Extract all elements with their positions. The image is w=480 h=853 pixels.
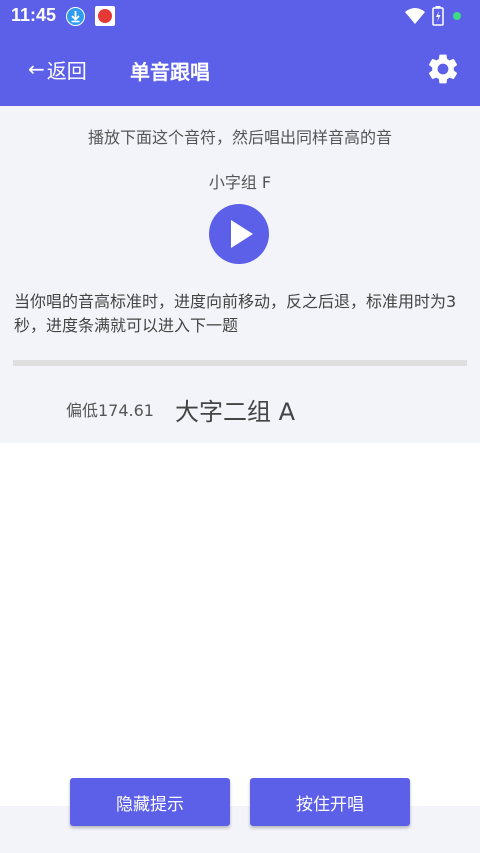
- download-icon: [66, 7, 85, 26]
- gear-icon[interactable]: [425, 51, 461, 87]
- status-bar: 11:45: [0, 0, 480, 32]
- app-notification-icon: [95, 6, 115, 26]
- sung-note-label: 大字二组 A: [175, 398, 296, 426]
- battery-icon: [432, 6, 444, 30]
- hold-to-sing-button[interactable]: 按住开唱: [250, 778, 410, 826]
- back-arrow-icon: ←: [28, 57, 45, 81]
- practice-panel: 播放下面这个音符，然后唱出同样音高的音 小字组 F 当你唱的音高标准时，进度向前…: [0, 106, 480, 443]
- target-note-label: 小字组 F: [208, 173, 272, 192]
- description-text: 当你唱的音高标准时，进度向前移动，反之后退，标准用时为3秒，进度条满就可以进入下…: [14, 292, 457, 335]
- hide-hint-button[interactable]: 隐藏提示: [70, 778, 230, 826]
- wifi-icon: [404, 7, 426, 29]
- pitch-offset-label: 偏低174.61: [66, 401, 154, 420]
- back-button[interactable]: ← 返回: [28, 54, 87, 84]
- status-time: 11:45: [11, 5, 57, 25]
- play-button[interactable]: [209, 204, 269, 264]
- app-bar: ← 返回 单音跟唱: [0, 32, 480, 106]
- progress-bar: [13, 360, 467, 366]
- page-title: 单音跟唱: [130, 60, 210, 84]
- screen: 11:45 ← 返回 单音跟唱 播放下面这个音符，然后唱出同样音高的音 小字组 …: [0, 0, 480, 853]
- instruction-text: 播放下面这个音符，然后唱出同样音高的音: [87, 128, 392, 147]
- play-icon: [231, 220, 253, 248]
- green-dot-icon: [453, 12, 461, 20]
- back-label: 返回: [46, 58, 87, 83]
